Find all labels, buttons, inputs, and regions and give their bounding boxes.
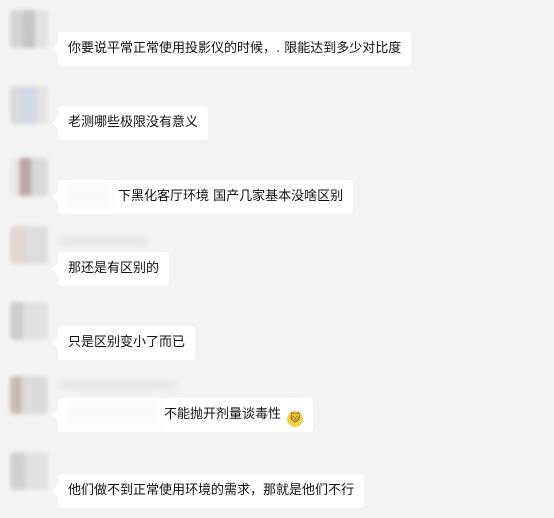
message-text: 老测哪些极限没有意义 <box>68 115 199 130</box>
message-bubble[interactable]: 那还是有区别的 <box>51 252 170 286</box>
avatar[interactable] <box>10 10 48 48</box>
message-text: 不能抛开剂量谈毒性 <box>164 407 282 422</box>
message-bubble[interactable]: 他们做不到正常使用环境的需求，那就是他们不行 <box>51 474 365 508</box>
message-bubble[interactable]: 你要说平常正常使用投影仪的时候，. 限能达到多少对比度 <box>51 32 412 66</box>
avatar[interactable] <box>10 376 48 414</box>
avatar[interactable] <box>10 452 48 490</box>
message-text: 只是区别变小了而已 <box>68 335 186 350</box>
avatar[interactable] <box>10 226 48 264</box>
avatar[interactable] <box>10 86 48 124</box>
message-text: 下黑化客厅环境 国产几家基本没啥区别 <box>118 189 344 204</box>
cat-face-icon: 🐱 <box>287 411 304 427</box>
redacted-region <box>66 182 114 210</box>
message-bubble[interactable]: 只是区别变小了而已 <box>51 326 196 360</box>
avatar[interactable] <box>10 302 48 340</box>
message-text: 你要说平常正常使用投影仪的时候，. 限能达到多少对比度 <box>68 41 402 56</box>
message-text: 他们做不到正常使用环境的需求，那就是他们不行 <box>68 483 355 498</box>
redacted-region <box>66 400 162 428</box>
message-bubble[interactable]: 老测哪些极限没有意义 <box>51 106 209 140</box>
sender-name <box>58 380 178 390</box>
sender-name <box>58 236 148 246</box>
message-text: 那还是有区别的 <box>68 261 160 276</box>
avatar[interactable] <box>10 158 48 196</box>
